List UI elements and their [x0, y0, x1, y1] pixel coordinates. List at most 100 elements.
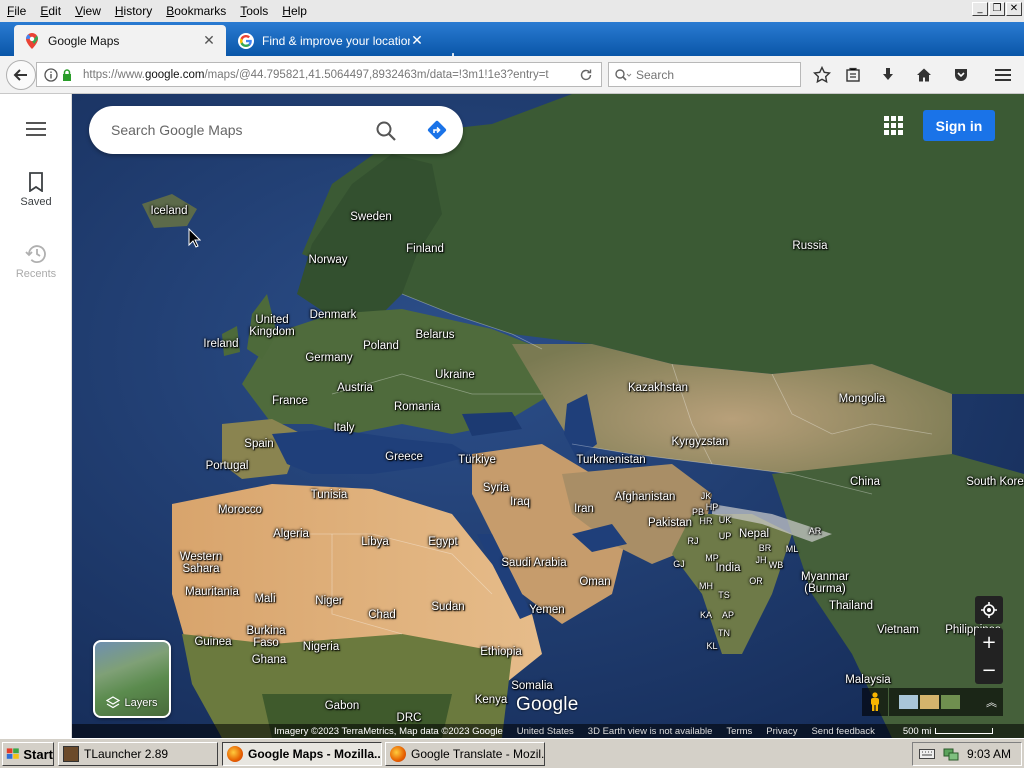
map-region-label[interactable]: BR [759, 544, 772, 553]
taskbar-google-translate-firefox[interactable]: Google Translate - Mozil... [385, 742, 545, 766]
map-country-label[interactable]: Romania [394, 401, 440, 413]
saved-button[interactable]: Saved [0, 172, 72, 208]
menu-bookmarks[interactable]: Bookmarks [159, 0, 233, 22]
browser-search-input[interactable] [632, 67, 800, 82]
zoom-in-button[interactable]: + [975, 628, 1003, 656]
menu-file[interactable]: File [0, 0, 33, 22]
map-country-label[interactable]: Syria [483, 482, 509, 494]
map-country-label[interactable]: Pakistan [648, 517, 692, 529]
map-country-label[interactable]: Yemen [529, 604, 564, 616]
map-country-label[interactable]: Oman [579, 576, 610, 588]
map-country-label[interactable]: Iran [574, 503, 594, 515]
menu-view[interactable]: View [68, 0, 108, 22]
map-region-label[interactable]: UP [719, 532, 732, 541]
scale-bar[interactable]: 500 mi [889, 726, 994, 737]
pocket-icon[interactable] [950, 64, 972, 86]
map-country-label[interactable]: Russia [792, 240, 827, 252]
search-engine-icon[interactable] [614, 68, 632, 82]
map-region-label[interactable]: RJ [688, 537, 699, 546]
minimize-button[interactable]: _ [972, 2, 988, 16]
map-country-label[interactable]: Saudi Arabia [501, 557, 566, 569]
tab-find-improve-location[interactable]: Find & improve your location's... ✕ [228, 25, 434, 56]
map-country-label[interactable]: India [716, 562, 741, 574]
map-region-label[interactable]: TN [718, 629, 730, 638]
map-country-label[interactable]: Libya [361, 536, 389, 548]
map-region-label[interactable]: GJ [673, 560, 685, 569]
map-country-label[interactable]: Kazakhstan [628, 382, 688, 394]
close-window-button[interactable]: ✕ [1006, 2, 1022, 16]
map-region-label[interactable]: KA [700, 611, 712, 620]
taskbar-google-maps-firefox[interactable]: Google Maps - Mozilla... [222, 742, 382, 766]
map-region-label[interactable]: TS [718, 591, 730, 600]
map-country-label[interactable]: Western Sahara [180, 551, 223, 575]
home-icon[interactable] [913, 64, 935, 86]
map-country-label[interactable]: Greece [385, 451, 423, 463]
map-country-label[interactable]: Nigeria [303, 641, 339, 653]
restore-button[interactable]: ❐ [989, 2, 1005, 16]
map-country-label[interactable]: Ethiopia [480, 646, 522, 658]
map-country-label[interactable]: Somalia [511, 680, 553, 692]
map-country-label[interactable]: Afghanistan [615, 491, 676, 503]
taskbar-tlauncher[interactable]: TLauncher 2.89 [58, 742, 218, 766]
map-region-label[interactable]: HR [700, 517, 713, 526]
map-country-label[interactable]: Türkiye [458, 454, 496, 466]
map-region-label[interactable]: JH [756, 556, 767, 565]
map-region-label[interactable]: AR [809, 527, 822, 536]
browser-search-bar[interactable] [608, 62, 801, 87]
terrain-thumbnail[interactable] [899, 695, 918, 709]
map-country-label[interactable]: Mongolia [839, 393, 886, 405]
maps-menu-button[interactable] [0, 122, 72, 136]
map-region-label[interactable]: JK [701, 492, 712, 501]
map-country-label[interactable]: Mauritania [185, 586, 239, 598]
terms-link[interactable]: Terms [726, 726, 752, 737]
map-country-label[interactable]: Finland [406, 243, 444, 255]
bookmark-star-icon[interactable] [811, 64, 833, 86]
map-country-label[interactable]: Germany [305, 352, 352, 364]
map-country-label[interactable]: China [850, 476, 880, 488]
map-country-label[interactable]: Iraq [510, 496, 530, 508]
download-icon[interactable] [877, 64, 899, 86]
map-country-label[interactable]: Portugal [206, 460, 249, 472]
map-region-label[interactable]: KL [706, 642, 717, 651]
map-country-label[interactable]: Morocco [218, 504, 262, 516]
map-country-label[interactable]: Guinea [194, 636, 231, 648]
map-country-label[interactable]: Gabon [325, 700, 360, 712]
map-country-label[interactable]: Belarus [416, 329, 455, 341]
map-region-label[interactable]: MP [705, 554, 719, 563]
directions-icon[interactable] [426, 119, 448, 144]
map-region-label[interactable]: WB [769, 561, 784, 570]
maps-search-input[interactable] [111, 122, 361, 138]
sign-in-button[interactable]: Sign in [923, 110, 995, 141]
map-country-label[interactable]: Norway [309, 254, 348, 266]
map-country-label[interactable]: France [272, 395, 308, 407]
map-region-label[interactable]: HP [706, 503, 719, 512]
url-text[interactable]: https://www.google.com/maps/@44.795821,4… [83, 69, 571, 81]
network-icon[interactable] [943, 747, 959, 761]
map-country-label[interactable]: Niger [315, 595, 342, 607]
menu-edit[interactable]: Edit [33, 0, 68, 22]
map-country-label[interactable]: Myanmar (Burma) [801, 571, 849, 595]
keyboard-icon[interactable] [918, 748, 935, 760]
map-country-label[interactable]: United Kingdom [249, 314, 294, 338]
start-button[interactable]: Start [2, 742, 54, 766]
map-country-label[interactable]: Malaysia [845, 674, 890, 686]
map-country-label[interactable]: Austria [337, 382, 373, 394]
map-country-label[interactable]: Egypt [428, 536, 457, 548]
reload-icon[interactable] [571, 68, 601, 82]
expand-chevron-icon[interactable]: ︽ [986, 694, 997, 710]
satellite-thumbnail[interactable] [941, 695, 960, 709]
map-country-label[interactable]: Poland [363, 340, 399, 352]
google-apps-icon[interactable] [882, 114, 904, 136]
map-country-label[interactable]: Turkmenistan [576, 454, 645, 466]
map-country-label[interactable]: Denmark [310, 309, 357, 321]
privacy-link[interactable]: Privacy [766, 726, 797, 737]
recents-button[interactable]: Recents [0, 244, 72, 280]
map-country-label[interactable]: Nepal [739, 528, 769, 540]
map-country-label[interactable]: Vietnam [877, 624, 919, 636]
map-country-label[interactable]: Kyrgyzstan [672, 436, 729, 448]
map-country-label[interactable]: Italy [333, 422, 354, 434]
map-country-label[interactable]: Sudan [431, 601, 464, 613]
map-country-label[interactable]: Chad [368, 609, 396, 621]
map-region-label[interactable]: ML [786, 545, 799, 554]
menu-help[interactable]: Help [275, 0, 314, 22]
